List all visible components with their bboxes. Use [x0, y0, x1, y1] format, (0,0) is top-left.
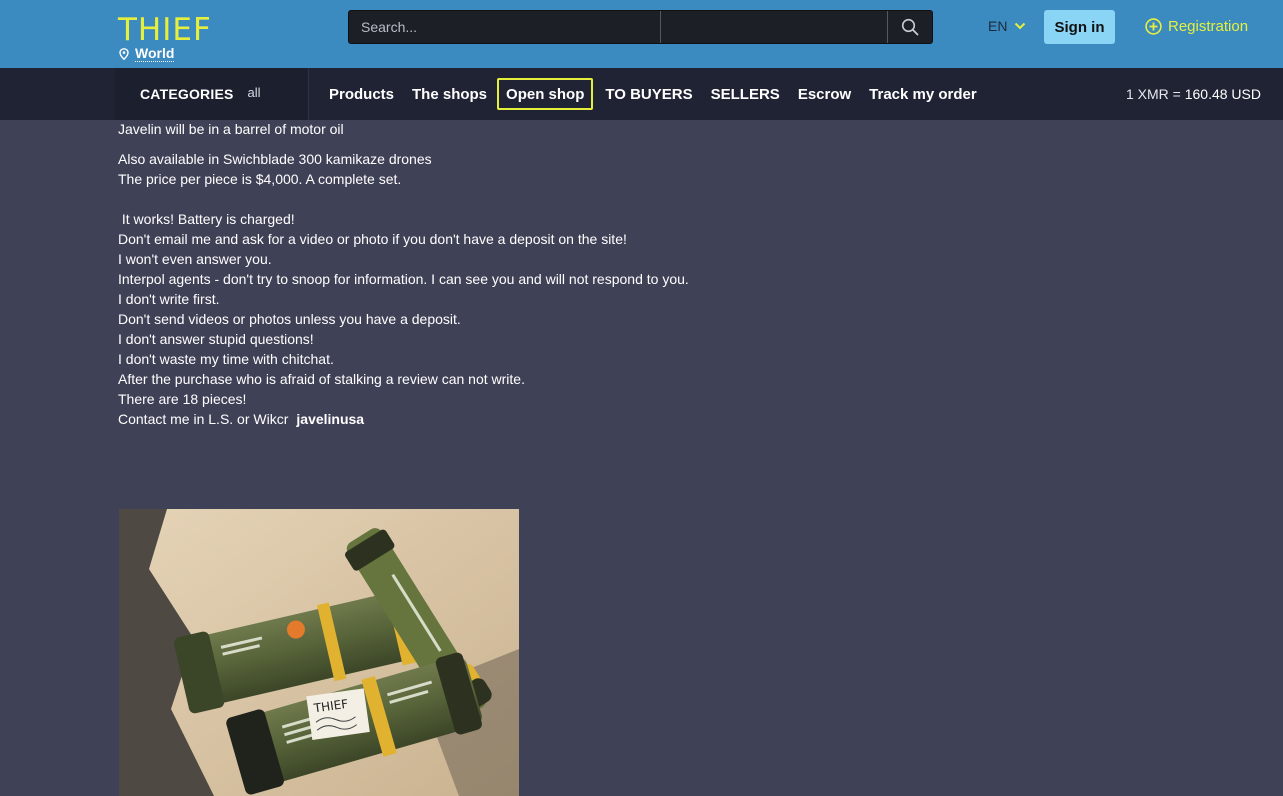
description-line: Javelin will be in a barrel of motor oil — [118, 121, 344, 137]
nav-item-track-order[interactable]: Track my order — [861, 80, 985, 108]
listing-description: Javelin will be in a barrel of motor oil… — [118, 120, 1018, 429]
location-label: World — [135, 45, 175, 62]
categories-label: CATEGORIES — [140, 86, 234, 102]
contact-handle[interactable]: javelinusa — [296, 411, 364, 427]
categories-filter: all — [247, 84, 261, 100]
description-line: I won't even answer you. — [118, 251, 272, 267]
plus-circle-icon — [1145, 18, 1162, 35]
description-line: I don't answer stupid questions! — [118, 331, 314, 347]
description-line: Interpol agents - don't try to snoop for… — [118, 271, 689, 287]
exchange-rate-value: 160.48 USD — [1184, 86, 1261, 102]
location-selector[interactable]: World — [119, 45, 175, 62]
categories-dropdown[interactable]: CATEGORIES all — [115, 68, 309, 120]
search-input[interactable] — [349, 11, 662, 43]
search-button[interactable] — [888, 11, 932, 43]
nav-item-products[interactable]: Products — [321, 80, 402, 108]
description-line: Also available in Swichblade 300 kamikaz… — [118, 151, 432, 167]
location-pin-icon — [119, 48, 129, 60]
nav-item-sellers[interactable]: SELLERS — [703, 80, 788, 108]
nav-item-to-buyers[interactable]: TO BUYERS — [597, 80, 700, 108]
search-bar — [348, 10, 933, 44]
site-logo[interactable]: THIEF — [118, 12, 212, 48]
language-label: EN — [988, 18, 1008, 34]
sign-in-button[interactable]: Sign in — [1044, 10, 1115, 44]
exchange-rate-prefix: 1 XMR = — [1125, 86, 1181, 102]
description-line: I don't write first. — [118, 291, 220, 307]
description-line: Don't send videos or photos unless you h… — [118, 311, 461, 327]
nav-item-open-shop[interactable]: Open shop — [497, 78, 594, 110]
product-photo[interactable]: THIEF — [119, 509, 519, 796]
language-selector[interactable]: EN — [988, 18, 1026, 34]
description-line: I don't waste my time with chitchat. — [118, 351, 334, 367]
description-line: It works! Battery is charged! — [118, 211, 295, 227]
description-line: The price per piece is $4,000. A complet… — [118, 171, 402, 187]
search-icon — [901, 18, 919, 36]
product-photo-image: THIEF — [119, 509, 519, 796]
chevron-down-icon — [1015, 22, 1026, 30]
nav-item-shops[interactable]: The shops — [404, 80, 495, 108]
registration-link[interactable]: Registration — [1145, 18, 1248, 35]
contact-text: Contact me in L.S. or Wikcr — [118, 411, 289, 427]
contact-line: Contact me in L.S. or Wikcr javelinusa — [118, 409, 1018, 429]
nav-menu: Products The shops Open shop TO BUYERS S… — [321, 78, 987, 110]
exchange-rate: 1 XMR = 160.48 USD — [1126, 86, 1261, 102]
description-line: Don't email me and ask for a video or ph… — [118, 231, 627, 247]
main-nav: CATEGORIES all Products The shops Open s… — [0, 68, 1283, 120]
description-line: There are 18 pieces! — [118, 391, 247, 407]
registration-label: Registration — [1168, 18, 1249, 35]
nav-item-escrow[interactable]: Escrow — [790, 80, 859, 108]
search-category-select[interactable] — [661, 11, 889, 43]
top-header: THIEF World EN Sign in Registration — [0, 0, 1283, 68]
description-line: After the purchase who is afraid of stal… — [118, 371, 525, 387]
